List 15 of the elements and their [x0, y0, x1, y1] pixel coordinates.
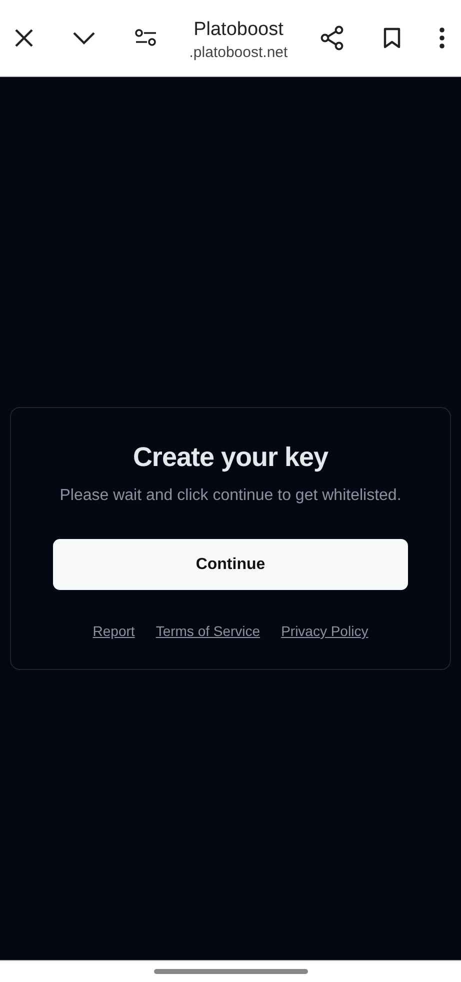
share-icon [320, 25, 344, 51]
home-handle[interactable] [154, 969, 308, 974]
page-url: .platoboost.net [189, 44, 288, 61]
close-icon [14, 28, 34, 48]
tune-icon [134, 29, 157, 47]
card-subtitle: Please wait and click continue to get whitelisted. [60, 486, 402, 506]
card-title: Create your key [132, 442, 328, 473]
bookmark-icon [382, 27, 401, 49]
footer-link[interactable]: Report [92, 623, 135, 639]
more-icon [438, 27, 445, 49]
page-title: Platoboost [194, 19, 284, 41]
chevron-down-icon [72, 31, 96, 45]
footer-link[interactable]: Privacy Policy [281, 623, 368, 639]
footer-link[interactable]: Terms of Service [156, 623, 260, 639]
continue-button[interactable]: Continue [53, 539, 408, 590]
